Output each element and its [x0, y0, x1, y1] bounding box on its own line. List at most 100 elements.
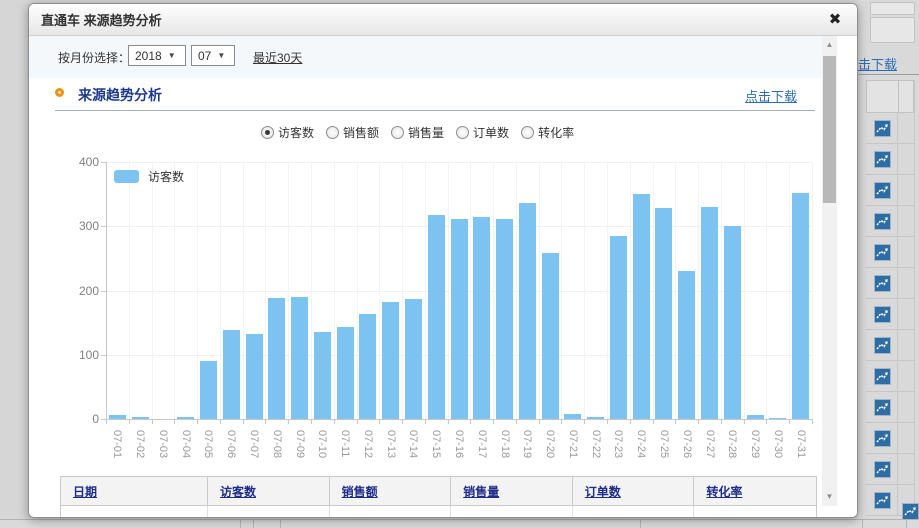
- gridline: [766, 162, 767, 419]
- table-cell: [451, 506, 573, 517]
- axis-tick: [174, 420, 175, 424]
- recent-30-days-link[interactable]: 最近30天: [253, 49, 302, 66]
- table-header-cell: 订单数: [573, 477, 695, 505]
- bar-07-31[interactable]: [792, 193, 809, 419]
- trend-chart-icon[interactable]: [874, 213, 891, 230]
- dialog-title: 直通车 来源趋势分析: [41, 10, 162, 29]
- bar-07-19[interactable]: [519, 203, 536, 419]
- bar-07-12[interactable]: [359, 314, 376, 419]
- trend-chart-icon[interactable]: [874, 430, 891, 447]
- bar-07-22[interactable]: [587, 417, 604, 419]
- gridline: [152, 162, 153, 419]
- y-axis-label: 100: [65, 348, 99, 362]
- column-sort-link[interactable]: 日期: [73, 483, 97, 500]
- metric-radio-2[interactable]: 销售额: [326, 124, 379, 141]
- column-sort-link[interactable]: 转化率: [706, 483, 742, 500]
- scrollbar-thumb[interactable]: [823, 56, 836, 203]
- bar-07-06[interactable]: [223, 330, 240, 419]
- chart-legend: 访客数: [114, 168, 184, 185]
- metric-radio-3[interactable]: 销售量: [391, 124, 444, 141]
- bar-07-13[interactable]: [382, 302, 399, 419]
- scroll-down-icon[interactable]: ▼: [822, 490, 837, 504]
- bar-07-24[interactable]: [633, 194, 650, 419]
- gridline: [698, 162, 699, 419]
- y-axis-line: [106, 162, 107, 420]
- axis-tick: [311, 420, 312, 424]
- bar-07-23[interactable]: [610, 236, 627, 419]
- radio-icon[interactable]: [391, 126, 404, 139]
- trend-chart-icon[interactable]: [902, 503, 919, 520]
- bar-07-29[interactable]: [747, 415, 764, 419]
- trend-chart-icon[interactable]: [874, 461, 891, 478]
- divider: [914, 80, 915, 528]
- bar-07-11[interactable]: [337, 327, 354, 419]
- bar-07-30[interactable]: [769, 418, 786, 420]
- metric-radio-4[interactable]: 订单数: [456, 124, 509, 141]
- month-filter-label: 按月份选择：: [58, 49, 130, 66]
- axis-tick: [425, 420, 426, 424]
- bar-07-15[interactable]: [428, 215, 445, 419]
- axis-tick: [516, 420, 517, 424]
- divider: [55, 110, 815, 111]
- gridline: [106, 162, 812, 163]
- bar-07-09[interactable]: [291, 297, 308, 419]
- gridline: [812, 162, 813, 419]
- trend-chart-icon[interactable]: [874, 368, 891, 385]
- bar-07-04[interactable]: [177, 417, 194, 419]
- metric-radio-1[interactable]: 访客数: [261, 124, 314, 141]
- trend-chart-icon[interactable]: [874, 399, 891, 416]
- close-icon[interactable]: ✖: [825, 10, 845, 30]
- radio-icon[interactable]: [521, 126, 534, 139]
- bar-07-17[interactable]: [473, 217, 490, 419]
- dialog-title-bar[interactable]: 直通车 来源趋势分析 ✖: [29, 4, 857, 36]
- axis-tick: [402, 420, 403, 424]
- axis-tick: [766, 420, 767, 424]
- bar-07-05[interactable]: [200, 361, 217, 419]
- bar-07-01[interactable]: [109, 415, 126, 419]
- radio-icon[interactable]: [456, 126, 469, 139]
- gridline: [379, 162, 380, 419]
- column-sort-link[interactable]: 销售额: [342, 483, 378, 500]
- column-sort-link[interactable]: 访客数: [220, 483, 256, 500]
- trend-chart-icon[interactable]: [874, 492, 891, 509]
- bar-07-02[interactable]: [132, 417, 149, 419]
- table-header-row: 日期 访客数 销售额 销售量 订单数 转化率: [61, 477, 816, 506]
- bar-07-10[interactable]: [314, 332, 331, 419]
- bar-07-28[interactable]: [724, 226, 741, 419]
- bar-07-25[interactable]: [655, 208, 672, 419]
- bar-07-16[interactable]: [451, 219, 468, 419]
- column-sort-link[interactable]: 订单数: [585, 483, 621, 500]
- metric-radio-5[interactable]: 转化率: [521, 124, 574, 141]
- bar-07-27[interactable]: [701, 207, 718, 419]
- download-link[interactable]: 点击下载: [745, 86, 797, 105]
- bar-07-07[interactable]: [246, 334, 263, 419]
- section-bullet-icon: [55, 88, 64, 97]
- radio-selected-icon[interactable]: [261, 126, 274, 139]
- background-table-row: [866, 268, 914, 299]
- trend-chart-icon[interactable]: [874, 337, 891, 354]
- trend-chart-icon[interactable]: [874, 244, 891, 261]
- gridline: [243, 162, 244, 419]
- trend-chart-icon[interactable]: [874, 151, 891, 168]
- month-filter-bar: 按月份选择： 2018 ▼ 07 ▼ 最近30天: [29, 36, 822, 78]
- month-select[interactable]: 07 ▼: [191, 45, 235, 66]
- dialog-scrollbar[interactable]: ▲ ▼: [822, 36, 837, 506]
- radio-icon[interactable]: [326, 126, 339, 139]
- trend-chart-icon[interactable]: [874, 275, 891, 292]
- trend-chart-icon[interactable]: [874, 120, 891, 137]
- table-cell: [208, 506, 330, 517]
- bar-07-14[interactable]: [405, 299, 422, 419]
- year-select[interactable]: 2018 ▼: [128, 45, 186, 66]
- bar-07-18[interactable]: [496, 219, 513, 419]
- bar-07-08[interactable]: [268, 298, 285, 419]
- trend-chart-icon[interactable]: [874, 182, 891, 199]
- y-axis-label: 400: [65, 155, 99, 169]
- bar-07-20[interactable]: [542, 253, 559, 419]
- bar-07-21[interactable]: [564, 414, 581, 419]
- column-sort-link[interactable]: 销售量: [463, 483, 499, 500]
- trend-chart-icon[interactable]: [874, 306, 891, 323]
- axis-tick: [220, 420, 221, 424]
- bar-07-26[interactable]: [678, 271, 695, 419]
- scroll-up-icon[interactable]: ▲: [822, 38, 837, 52]
- gridline: [516, 162, 517, 419]
